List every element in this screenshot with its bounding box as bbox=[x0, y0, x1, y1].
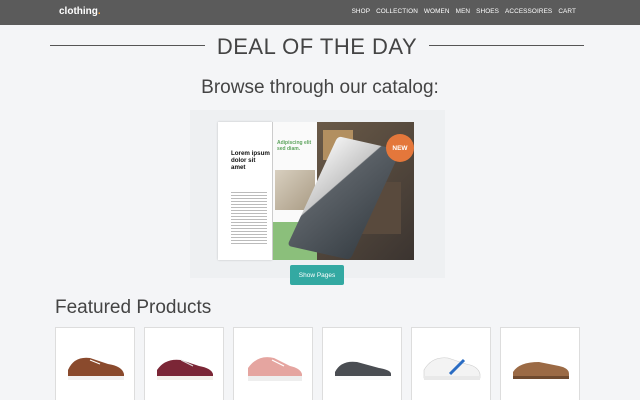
show-pages-button[interactable]: Show Pages bbox=[290, 265, 344, 285]
product-list bbox=[55, 327, 580, 400]
nav-shoes[interactable]: SHOES bbox=[476, 8, 499, 15]
loafer-brown-icon bbox=[513, 362, 569, 379]
divider-right bbox=[429, 45, 584, 46]
main-nav: SHOP COLLECTION WOMEN MEN SHOES ACCESSOI… bbox=[352, 8, 576, 15]
mid-page-heading: Adipiscing elit sed diam. bbox=[277, 140, 312, 152]
product-card[interactable] bbox=[500, 327, 580, 400]
product-card[interactable] bbox=[55, 327, 135, 400]
left-page-text bbox=[231, 190, 267, 244]
sneaker-maroon-icon bbox=[157, 359, 213, 380]
nav-collection[interactable]: COLLECTION bbox=[376, 8, 418, 15]
sneaker-pink-icon bbox=[248, 357, 302, 381]
nav-men[interactable]: MEN bbox=[456, 8, 471, 15]
top-navbar: clothing. SHOP COLLECTION WOMEN MEN SHOE… bbox=[0, 0, 640, 25]
catalog-flipbook[interactable]: Lorem ipsum dolor sit amet Adipiscing el… bbox=[190, 110, 445, 278]
product-card[interactable] bbox=[233, 327, 313, 400]
sneaker-gray-icon bbox=[335, 361, 391, 380]
sneaker-white-blue-icon bbox=[423, 357, 481, 380]
nav-shop[interactable]: SHOP bbox=[352, 8, 371, 15]
product-card[interactable] bbox=[322, 327, 402, 400]
catalog-heading: Browse through our catalog: bbox=[201, 77, 439, 98]
nav-women[interactable]: WOMEN bbox=[424, 8, 450, 15]
nav-accessoires[interactable]: ACCESSOIRES bbox=[505, 8, 552, 15]
left-page-heading: Lorem ipsum dolor sit amet bbox=[231, 150, 270, 171]
deal-section-heading: DEAL OF THE DAY bbox=[50, 34, 584, 59]
new-badge: NEW bbox=[386, 134, 414, 162]
deal-title: DEAL OF THE DAY bbox=[216, 34, 418, 59]
nav-cart[interactable]: CART bbox=[558, 8, 576, 15]
sneaker-brown-icon bbox=[68, 357, 124, 380]
brand-logo[interactable]: clothing. bbox=[59, 6, 101, 17]
featured-products-title: Featured Products bbox=[55, 297, 212, 318]
catalog-page-left: Lorem ipsum dolor sit amet bbox=[218, 122, 272, 260]
catalog-book[interactable]: Lorem ipsum dolor sit amet Adipiscing el… bbox=[218, 122, 414, 260]
brand-name: clothing bbox=[59, 6, 98, 17]
brand-dot: . bbox=[97, 6, 101, 17]
product-card[interactable] bbox=[144, 327, 224, 400]
product-card[interactable] bbox=[411, 327, 491, 400]
